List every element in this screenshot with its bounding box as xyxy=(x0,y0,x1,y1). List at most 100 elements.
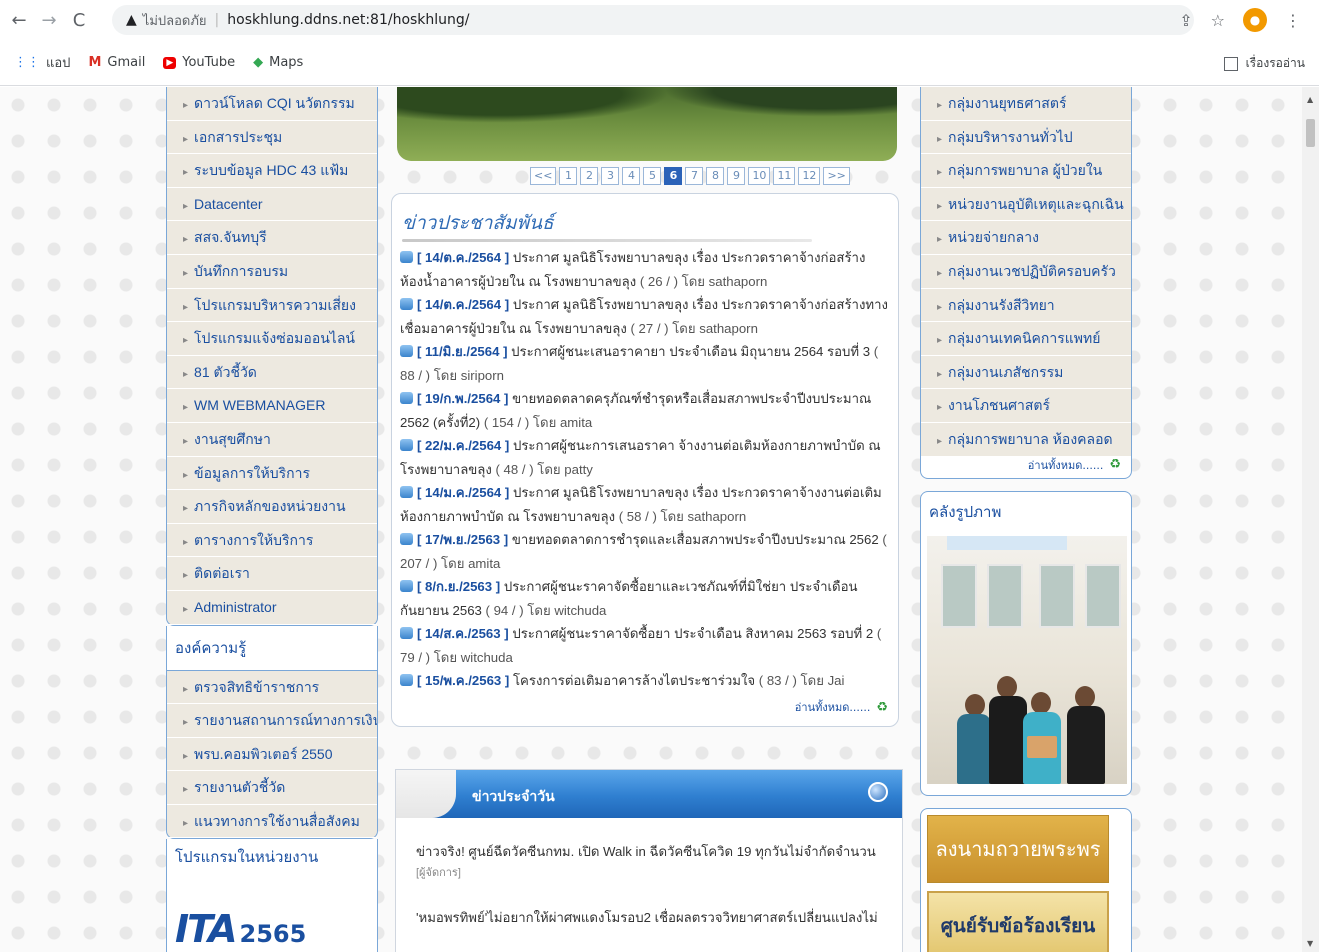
news-item[interactable]: [ 14/ม.ค./2564 ] ประกาศ มูลนิธิโรงพยาบาล… xyxy=(400,481,894,528)
news-date[interactable]: [ 22/ม.ค./2564 ] xyxy=(417,438,509,453)
news-date[interactable]: [ 14/ต.ค./2564 ] xyxy=(417,250,509,265)
menu-item[interactable]: ▸ กลุ่มการพยาบาล ผู้ป่วยใน xyxy=(921,154,1131,188)
reload-icon[interactable]: C xyxy=(68,9,90,31)
menu-item[interactable]: ▸ ตารางการให้บริการ xyxy=(167,524,377,558)
menu-item[interactable]: ▸ กลุ่มงานเทคนิคการแพทย์ xyxy=(921,322,1131,356)
security-label[interactable]: ไม่ปลอดภัย xyxy=(143,10,207,31)
pager-page-button[interactable]: 8 xyxy=(706,167,725,185)
menu-item[interactable]: ▸ ตรวจสิทธิข้าราชการ xyxy=(167,671,377,705)
pager-next-button[interactable]: >> xyxy=(823,167,850,185)
menu-item[interactable]: ▸ หน่วยงานอุบัติเหตุและฉุกเฉิน xyxy=(921,188,1131,222)
profile-avatar[interactable]: ● xyxy=(1243,8,1267,32)
scroll-up-icon[interactable]: ▲ xyxy=(1307,95,1313,104)
url-text[interactable]: hoskhlung.ddns.net:81/hoskhlung/ xyxy=(227,12,469,28)
share-icon[interactable]: ⇪ xyxy=(1179,11,1192,30)
menu-item[interactable]: ▸ รายงานตัวชี้วัด xyxy=(167,771,377,805)
news-item[interactable]: [ 22/ม.ค./2564 ] ประกาศผู้ชนะการเสนอราคา… xyxy=(400,434,894,481)
page-scrollbar[interactable]: ▲ ▼ xyxy=(1302,87,1319,952)
menu-item[interactable]: ▸ ติดต่อเรา xyxy=(167,557,377,591)
news-date[interactable]: [ 19/ก.พ./2564 ] xyxy=(417,391,508,406)
menu-item[interactable]: ▸ ระบบข้อมูล HDC 43 แฟ้ม xyxy=(167,154,377,188)
scroll-thumb[interactable] xyxy=(1306,119,1315,147)
menu-item[interactable]: ▸ กลุ่มบริหารงานทั่วไป xyxy=(921,121,1131,155)
pager-page-button[interactable]: 1 xyxy=(559,167,578,185)
menu-item[interactable]: ▸ โปรแกรมบริหารความเสี่ยง xyxy=(167,289,377,323)
pager-prev-button[interactable]: << xyxy=(530,167,557,185)
daily-news-item[interactable]: ข่าวจริง! ศูนย์ฉีดวัคซีนกทม. เปิด Walk i… xyxy=(416,842,886,883)
pager-page-button[interactable]: 5 xyxy=(643,167,662,185)
back-arrow-icon[interactable]: ← xyxy=(8,9,30,31)
daily-news-text[interactable]: 'หมอพรทิพย์'ไม่อยากให้ผ่าศพแดงโมรอบ2 เชื… xyxy=(416,910,878,925)
menu-item[interactable]: ▸ กลุ่มงานรังสีวิทยา xyxy=(921,289,1131,323)
menu-item[interactable]: ▸ เอกสารประชุม xyxy=(167,121,377,155)
pager-page-button[interactable]: 2 xyxy=(580,167,599,185)
menu-item[interactable]: ▸ กลุ่มงานเวชปฏิบัติครอบครัว xyxy=(921,255,1131,289)
pager-page-button[interactable]: 4 xyxy=(622,167,641,185)
news-date[interactable]: [ 14/ส.ค./2563 ] xyxy=(417,626,509,641)
menu-item[interactable]: ▸ Administrator xyxy=(167,591,377,625)
news-item[interactable]: [ 14/ต.ค./2564 ] ประกาศ มูลนิธิโรงพยาบาล… xyxy=(400,293,894,340)
news-headline[interactable]: ประกาศผู้ชนะเสนอราคายา ประจำเดือน มิถุนา… xyxy=(507,344,870,359)
menu-item[interactable]: ▸ WM WEBMANAGER xyxy=(167,389,377,423)
scroll-down-icon[interactable]: ▼ xyxy=(1307,939,1313,948)
menu-item[interactable]: ▸ กลุ่มงานยุทธศาสตร์ xyxy=(921,87,1131,121)
news-item[interactable]: [ 11/มิ.ย./2564 ] ประกาศผู้ชนะเสนอราคายา… xyxy=(400,340,894,387)
complaint-center-banner[interactable]: ศูนย์รับข้อร้องเรียน xyxy=(927,890,1109,952)
menu-item[interactable]: ▸ บันทึกการอบรม xyxy=(167,255,377,289)
pager-page-button[interactable]: 7 xyxy=(685,167,704,185)
slideshow-image[interactable] xyxy=(397,87,897,161)
news-item[interactable]: [ 19/ก.พ./2564 ] ขายทอดตลาดครุภัณฑ์ชำรุด… xyxy=(400,387,894,434)
pager-page-button[interactable]: 12 xyxy=(798,167,821,185)
menu-item[interactable]: ▸ ข้อมูลการให้บริการ xyxy=(167,457,377,491)
menu-icon[interactable]: ⋮ xyxy=(1285,11,1301,30)
news-date[interactable]: [ 17/พ.ย./2563 ] xyxy=(417,532,508,547)
daily-news-item[interactable]: 'หมอพรทิพย์'ไม่อยากให้ผ่าศพแดงโมรอบ2 เชื… xyxy=(416,908,886,928)
menu-item[interactable]: ▸ Datacenter xyxy=(167,188,377,222)
pager-page-button[interactable]: 10 xyxy=(748,167,771,185)
star-icon[interactable]: ☆ xyxy=(1211,11,1225,30)
menu-item[interactable]: ▸ รายงานสถานการณ์ทางการเงิน xyxy=(167,704,377,738)
gallery-photo[interactable] xyxy=(927,535,1127,784)
menu-item[interactable]: ▸ แนวทางการใช้งานสื่อสังคม xyxy=(167,805,377,839)
news-headline[interactable]: โครงการต่อเติมอาคารล้างไตประชาร่วมใจ xyxy=(509,673,755,688)
menu-item[interactable]: ▸ ภารกิจหลักของหน่วยงาน xyxy=(167,490,377,524)
royal-blessing-banner[interactable]: ลงนามถวายพระพร xyxy=(927,814,1109,883)
news-date[interactable]: [ 14/ม.ค./2564 ] xyxy=(417,485,509,500)
menu-item[interactable]: ▸ โปรแกรมแจ้งซ่อมออนไลน์ xyxy=(167,322,377,356)
menu-item[interactable]: ▸ กลุ่มงานเภสัชกรรม xyxy=(921,356,1131,390)
menu-item[interactable]: ▸ งานสุขศึกษา xyxy=(167,423,377,457)
bookmark-maps[interactable]: ◆ Maps xyxy=(253,55,303,70)
news-item[interactable]: [ 14/ส.ค./2563 ] ประกาศผู้ชนะราคาจัดซื้อ… xyxy=(400,622,894,669)
pager-page-button[interactable]: 3 xyxy=(601,167,620,185)
news-headline[interactable]: ประกาศผู้ชนะราคาจัดซื้อยา ประจำเดือน สิง… xyxy=(509,626,873,641)
warning-icon[interactable]: ▲ xyxy=(126,12,137,28)
bookmark-gmail[interactable]: M Gmail xyxy=(88,55,145,70)
menu-item[interactable]: ▸ ดาวน์โหลด CQI นวัตกรรม xyxy=(167,87,377,121)
news-item[interactable]: [ 8/ก.ย./2563 ] ประกาศผู้ชนะราคาจัดซื้อย… xyxy=(400,575,894,622)
pager-page-button[interactable]: 9 xyxy=(727,167,746,185)
news-item[interactable]: [ 14/ต.ค./2564 ] ประกาศ มูลนิธิโรงพยาบาล… xyxy=(400,246,894,293)
menu-item[interactable]: ▸ งานโภชนศาสตร์ xyxy=(921,389,1131,423)
ita-banner[interactable]: ITA 2565 xyxy=(166,879,378,952)
news-item[interactable]: [ 15/พ.ค./2563 ] โครงการต่อเติมอาคารล้าง… xyxy=(400,669,894,693)
daily-news-text[interactable]: ข่าวจริง! ศูนย์ฉีดวัคซีนกทม. เปิด Walk i… xyxy=(416,844,876,859)
forward-arrow-icon[interactable]: → xyxy=(38,9,60,31)
news-date[interactable]: [ 8/ก.ย./2563 ] xyxy=(417,579,500,594)
menu-item[interactable]: ▸ สสจ.จันทบุรี xyxy=(167,221,377,255)
ita-logo[interactable]: ITA 2565 xyxy=(175,907,306,951)
bookmark-youtube[interactable]: ▶ YouTube xyxy=(163,55,235,70)
news-date[interactable]: [ 14/ต.ค./2564 ] xyxy=(417,297,509,312)
menu-item[interactable]: ▸ 81 ตัวชี้วัด xyxy=(167,356,377,390)
menu-item[interactable]: ▸ พรบ.คอมพิวเตอร์ 2550 xyxy=(167,738,377,772)
bookmark-apps[interactable]: ⋮⋮ แอป xyxy=(14,52,70,73)
menu-item[interactable]: ▸ หน่วยจ่ายกลาง xyxy=(921,221,1131,255)
reading-list-button[interactable]: เรื่องรออ่าน xyxy=(1223,54,1305,73)
news-headline[interactable]: ขายทอดตลาดการชำรุดและเสื่อมสภาพประจำปีงบ… xyxy=(508,532,879,547)
department-read-all-link[interactable]: อ่านทั้งหมด...... ♻ xyxy=(1028,456,1121,474)
pager-page-button[interactable]: 11 xyxy=(773,167,796,185)
menu-item[interactable]: ▸ กลุ่มการพยาบาล ห้องคลอด xyxy=(921,423,1131,457)
news-date[interactable]: [ 15/พ.ค./2563 ] xyxy=(417,673,509,688)
news-item[interactable]: [ 17/พ.ย./2563 ] ขายทอดตลาดการชำรุดและเส… xyxy=(400,528,894,575)
news-read-all-link[interactable]: อ่านทั้งหมด...... ♻ xyxy=(795,698,888,716)
pager-page-button[interactable]: 6 xyxy=(664,167,683,185)
